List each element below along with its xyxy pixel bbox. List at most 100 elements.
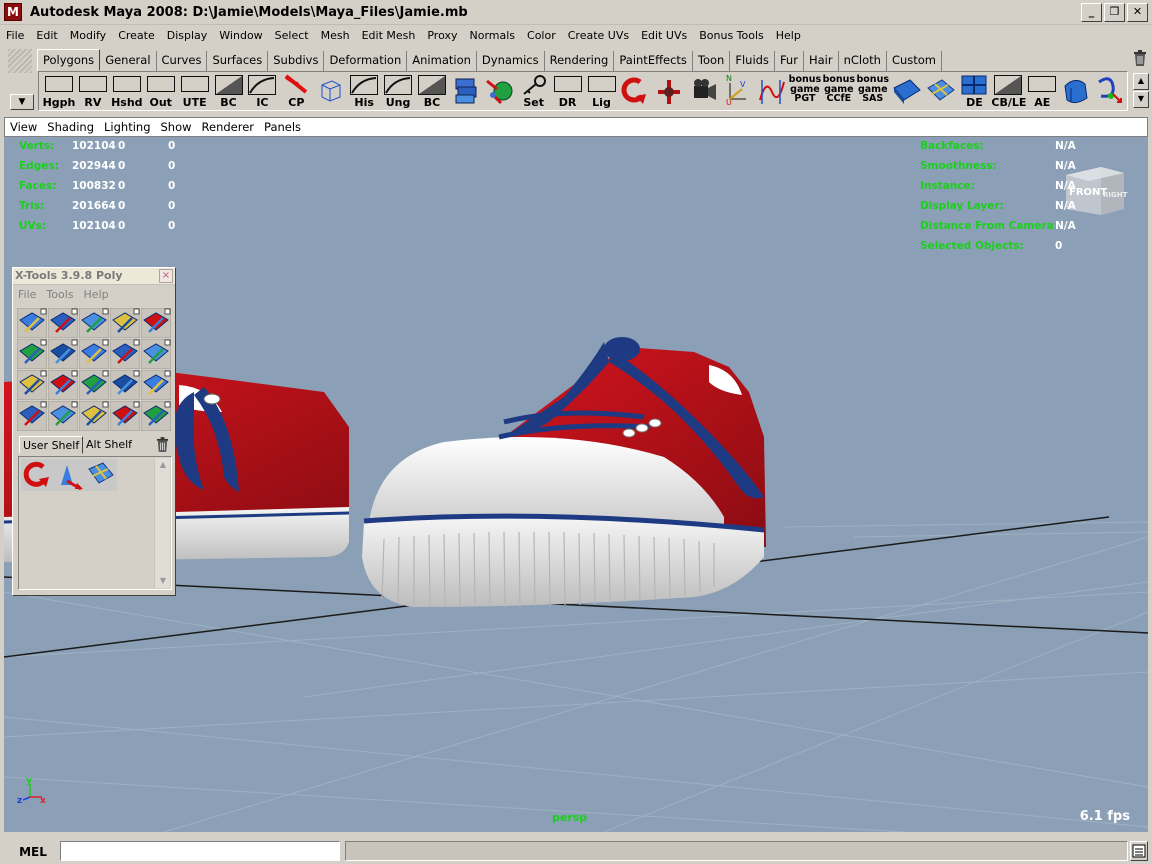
- tab-rendering[interactable]: Rendering: [545, 51, 615, 71]
- xtools-grid-tool-icon[interactable]: [109, 369, 141, 401]
- tab-polygons[interactable]: Polygons: [37, 49, 101, 71]
- shelf-red-arc-icon[interactable]: [21, 459, 53, 491]
- shelf-curve-select-icon[interactable]: [1093, 73, 1127, 109]
- shelf-blank-box-icon[interactable]: DR: [551, 73, 585, 109]
- shelf-red-arc-icon[interactable]: [618, 73, 652, 109]
- xtools-grid-tool-icon[interactable]: [109, 307, 141, 339]
- shelf-diagonal-box-icon[interactable]: BC: [212, 73, 246, 109]
- xtools-title[interactable]: X-Tools 3.9.8 Poly: [13, 268, 175, 285]
- shelf-cone-arrow-icon[interactable]: [53, 459, 85, 491]
- tab-deformation[interactable]: Deformation: [324, 51, 408, 71]
- menu-proxy[interactable]: Proxy: [421, 29, 463, 42]
- tab-ncloth[interactable]: nCloth: [839, 51, 887, 71]
- tab-animation[interactable]: Animation: [407, 51, 477, 71]
- xtools-close-button[interactable]: ×: [159, 269, 173, 283]
- shelf-text-icon[interactable]: bonus game CCfE: [822, 73, 856, 109]
- minimize-icon[interactable]: _: [1081, 3, 1102, 22]
- panel-menu-renderer[interactable]: Renderer: [197, 120, 260, 134]
- tab-custom[interactable]: Custom: [887, 51, 942, 71]
- shelf-text-icon[interactable]: bonus game PGT: [788, 73, 822, 109]
- xtools-menu-tools[interactable]: Tools: [41, 288, 78, 301]
- panel-menu-show[interactable]: Show: [156, 120, 197, 134]
- xtools-plane-tool-icon[interactable]: [78, 338, 110, 370]
- xtools-uv-tool-icon[interactable]: [47, 338, 79, 370]
- shelf-uv-grid-icon[interactable]: [85, 459, 117, 491]
- xtools-plane-tool-icon[interactable]: [78, 369, 110, 401]
- xtools-plane-tool-icon[interactable]: [78, 400, 110, 432]
- tab-surfaces[interactable]: Surfaces: [207, 51, 269, 71]
- shelf-red-curve-icon[interactable]: [754, 73, 788, 109]
- xtools-uv-tool-icon[interactable]: [47, 369, 79, 401]
- tab-fur[interactable]: Fur: [775, 51, 804, 71]
- tab-dynamics[interactable]: Dynamics: [477, 51, 545, 71]
- panel-menu-view[interactable]: View: [5, 120, 42, 134]
- tab-painteffects[interactable]: PaintEffects: [614, 51, 693, 71]
- shelf-blank-box-icon[interactable]: Hshd: [110, 73, 144, 109]
- shelf-diagonal-box-icon[interactable]: BC: [415, 73, 449, 109]
- tab-fluids[interactable]: Fluids: [730, 51, 775, 71]
- shelf-blank-box-icon[interactable]: Out: [144, 73, 178, 109]
- xtools-shelf-scrollbar[interactable]: ▲ ▼: [154, 458, 170, 588]
- shelf-blank-box-icon[interactable]: AE: [1025, 73, 1059, 109]
- tab-hair[interactable]: Hair: [804, 51, 839, 71]
- menu-mesh[interactable]: Mesh: [315, 29, 356, 42]
- menu-display[interactable]: Display: [161, 29, 214, 42]
- shelf-sphere-arrow-icon[interactable]: [483, 73, 517, 109]
- shelf-blue-plane-icon[interactable]: [890, 73, 924, 109]
- menu-help[interactable]: Help: [770, 29, 807, 42]
- xtools-menu-file[interactable]: File: [13, 288, 41, 301]
- xtools-poly-tool-icon[interactable]: [16, 338, 48, 370]
- menu-bonus-tools[interactable]: Bonus Tools: [693, 29, 770, 42]
- shelf-curve-box-icon[interactable]: His: [347, 73, 381, 109]
- menu-window[interactable]: Window: [213, 29, 268, 42]
- menu-color[interactable]: Color: [521, 29, 562, 42]
- shelf-red-arrow-icon[interactable]: CP: [279, 73, 313, 109]
- shelf-scroll-down-icon[interactable]: ▼: [1133, 91, 1149, 108]
- shelf-uv-blue-icon[interactable]: DE: [957, 73, 991, 109]
- shelf-curve-box-icon[interactable]: IC: [245, 73, 279, 109]
- tab-curves[interactable]: Curves: [157, 51, 208, 71]
- xtools-split-tool-icon[interactable]: [140, 400, 172, 432]
- xtools-uv-tool-icon[interactable]: [47, 400, 79, 432]
- shelf-grip-icon[interactable]: [8, 49, 32, 73]
- xtools-trash-icon[interactable]: [156, 437, 169, 452]
- maya-app-icon[interactable]: M: [4, 3, 22, 21]
- menu-edit[interactable]: Edit: [30, 29, 63, 42]
- xtools-split-tool-icon[interactable]: [140, 338, 172, 370]
- xtools-scroll-up-icon[interactable]: ▲: [155, 458, 171, 472]
- shelf-blue-stack-icon[interactable]: [449, 73, 483, 109]
- mel-toggle-button[interactable]: MEL: [8, 843, 58, 861]
- shelf-curve-box-icon[interactable]: Ung: [381, 73, 415, 109]
- tab-toon[interactable]: Toon: [693, 51, 731, 71]
- xtools-tab-alt-shelf[interactable]: Alt Shelf: [83, 436, 135, 454]
- command-input[interactable]: [60, 841, 340, 861]
- shelf-scroll[interactable]: ▲ ▼: [1133, 73, 1149, 109]
- shelf-blank-box-icon[interactable]: Hgph: [42, 73, 76, 109]
- xtools-plane-tool-icon[interactable]: [78, 307, 110, 339]
- shelf-blank-box-icon[interactable]: RV: [76, 73, 110, 109]
- shelf-blank-box-icon[interactable]: UTE: [178, 73, 212, 109]
- shelf-wire-cube-icon[interactable]: [313, 73, 347, 109]
- shelf-blue-shape-icon[interactable]: [1059, 73, 1093, 109]
- menu-select[interactable]: Select: [269, 29, 315, 42]
- shelf-nvu-axis-icon[interactable]: NVU: [720, 73, 754, 109]
- shelf-text-icon[interactable]: bonus game SAS: [856, 73, 890, 109]
- trash-icon[interactable]: [1133, 50, 1147, 66]
- menu-modify[interactable]: Modify: [64, 29, 112, 42]
- menu-file[interactable]: File: [0, 29, 30, 42]
- xtools-poly-tool-icon[interactable]: [16, 400, 48, 432]
- xtools-poly-tool-icon[interactable]: [16, 307, 48, 339]
- shelf-key-icon[interactable]: Set: [517, 73, 551, 109]
- panel-menu-shading[interactable]: Shading: [42, 120, 99, 134]
- tab-general[interactable]: General: [100, 51, 157, 71]
- restore-icon[interactable]: ❐: [1104, 3, 1125, 22]
- menu-normals[interactable]: Normals: [463, 29, 521, 42]
- close-icon[interactable]: ✕: [1127, 3, 1148, 22]
- xtools-split-tool-icon[interactable]: [140, 307, 172, 339]
- shelf-red-joint-icon[interactable]: [652, 73, 686, 109]
- xtools-menu-help[interactable]: Help: [79, 288, 114, 301]
- xtools-tab-user-shelf[interactable]: User Shelf: [19, 436, 84, 454]
- xtools-grid-tool-icon[interactable]: [109, 338, 141, 370]
- xtools-uv-tool-icon[interactable]: [47, 307, 79, 339]
- shelf-diagonal-box-icon[interactable]: CB/LE: [991, 73, 1026, 109]
